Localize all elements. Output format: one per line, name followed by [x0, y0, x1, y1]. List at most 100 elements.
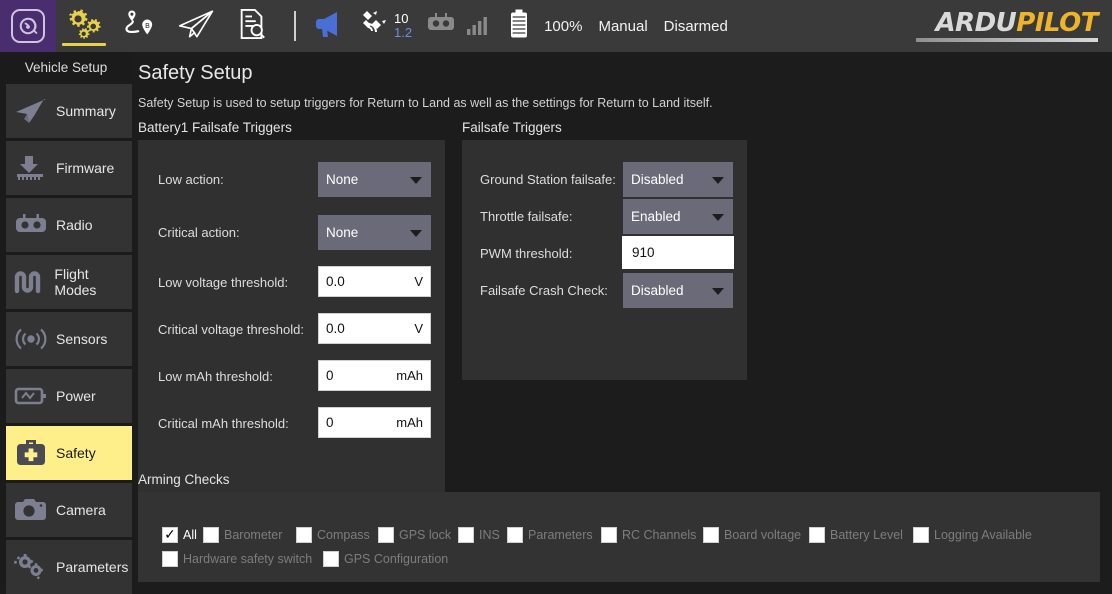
- checkbox-label: RC Channels: [622, 528, 696, 542]
- input-critical-mah-threshold[interactable]: 0 mAh: [318, 407, 431, 438]
- input-value: 0: [326, 415, 396, 430]
- toolbar-plan-button[interactable]: B: [112, 0, 168, 52]
- select-value: Enabled: [631, 209, 681, 224]
- battery-percent-label: 100%: [544, 18, 582, 35]
- chevron-down-icon: [712, 288, 724, 295]
- select-value: Disabled: [631, 172, 684, 187]
- checkbox-logging-available[interactable]: Logging Available: [913, 527, 1032, 543]
- download-chip-icon: [6, 155, 56, 181]
- checkbox-parameters[interactable]: Parameters: [507, 527, 593, 543]
- checkbox-box: [378, 527, 394, 543]
- app-logo-button[interactable]: [0, 0, 56, 52]
- toolbar-battery-button[interactable]: [502, 0, 536, 52]
- sidebar-item-flight-modes[interactable]: Flight Modes: [6, 255, 132, 309]
- satellite-gps-icon: [356, 9, 388, 44]
- checkbox-label: Hardware safety switch: [183, 552, 312, 566]
- input-value: 0.0: [326, 321, 414, 336]
- checkbox-label: INS: [479, 528, 500, 542]
- checkbox-rc-channels[interactable]: RC Channels: [601, 527, 696, 543]
- checkbox-label: Battery Level: [830, 528, 903, 542]
- megaphone-icon: [313, 10, 347, 43]
- select-value: None: [326, 225, 358, 240]
- checkbox-box: [601, 527, 617, 543]
- select-value: None: [326, 172, 358, 187]
- select-low-action[interactable]: None: [318, 162, 431, 197]
- toolbar-analyze-button[interactable]: [224, 0, 280, 52]
- input-unit: mAh: [396, 368, 423, 383]
- qgc-logo-icon: [11, 9, 45, 43]
- checkbox-ins[interactable]: INS: [458, 527, 500, 543]
- sidebar-item-camera[interactable]: Camera: [6, 483, 132, 537]
- ardupilot-brand-logo: ARDUPILOT: [916, 10, 1098, 42]
- input-unit: V: [414, 321, 423, 336]
- checkbox-label: GPS Configuration: [344, 552, 448, 566]
- toolbar-telemetry-button[interactable]: [462, 0, 496, 52]
- checkbox-label: Board voltage: [724, 528, 801, 542]
- paper-plane-icon: [6, 98, 56, 124]
- checkbox-hardware-safety-switch[interactable]: Hardware safety switch: [162, 551, 312, 567]
- field-label-critical-voltage: Critical voltage threshold:: [158, 322, 304, 337]
- select-throttle-failsafe[interactable]: Enabled: [623, 199, 733, 234]
- vehicle-setup-sidebar: Vehicle Setup Summary Firmware Radio: [0, 52, 132, 582]
- checkbox-battery-level[interactable]: Battery Level: [809, 527, 903, 543]
- waveform-icon: [6, 269, 54, 295]
- sidebar-item-label: Flight Modes: [54, 266, 132, 298]
- checkbox-all[interactable]: ✓ All: [162, 527, 197, 543]
- gears-icon: [6, 554, 56, 580]
- checkbox-barometer[interactable]: Barometer: [203, 527, 282, 543]
- toolbar-gps-button[interactable]: [352, 0, 392, 52]
- input-pwm-threshold[interactable]: 910: [623, 237, 733, 268]
- flight-mode-label[interactable]: Manual: [598, 18, 647, 35]
- sidebar-item-sensors[interactable]: Sensors: [6, 312, 132, 366]
- toolbar-rc-button[interactable]: [420, 0, 462, 52]
- checkbox-gps-configuration[interactable]: GPS Configuration: [323, 551, 448, 567]
- sensor-waves-icon: [6, 326, 56, 352]
- checkbox-box: ✓: [162, 527, 178, 543]
- sidebar-item-firmware[interactable]: Firmware: [6, 141, 132, 195]
- toolbar-vehicle-setup-button[interactable]: [56, 0, 112, 52]
- toolbar-fly-button[interactable]: [168, 0, 224, 52]
- field-label-low-action: Low action:: [158, 172, 224, 187]
- field-label-ground-station-failsafe: Ground Station failsafe:: [480, 172, 616, 187]
- battery-icon: [509, 9, 529, 44]
- sidebar-item-radio[interactable]: Radio: [6, 198, 132, 252]
- checkbox-label: Barometer: [224, 528, 282, 542]
- input-critical-voltage-threshold[interactable]: 0.0 V: [318, 313, 431, 344]
- sidebar-item-label: Firmware: [56, 160, 114, 176]
- arming-checks-panel: ✓ All Barometer Compass GPS lock INS Par…: [138, 492, 1100, 582]
- arm-state-label[interactable]: Disarmed: [664, 18, 728, 35]
- sidebar-item-parameters[interactable]: Parameters: [6, 540, 132, 594]
- rc-transmitter-icon: [6, 213, 56, 237]
- select-failsafe-crash-check[interactable]: Disabled: [623, 273, 733, 308]
- checkbox-box: [809, 527, 825, 543]
- select-value: Disabled: [631, 283, 684, 298]
- sidebar-title: Vehicle Setup: [0, 52, 132, 84]
- input-unit: mAh: [396, 415, 423, 430]
- arming-checks-heading: Arming Checks: [138, 472, 230, 487]
- chevron-down-icon: [410, 230, 422, 237]
- page-description: Safety Setup is used to setup triggers f…: [138, 96, 713, 110]
- checkbox-gps-lock[interactable]: GPS lock: [378, 527, 451, 543]
- input-low-mah-threshold[interactable]: 0 mAh: [318, 360, 431, 391]
- paper-plane-fly-icon: [176, 8, 216, 45]
- camera-icon: [6, 497, 56, 523]
- select-critical-action[interactable]: None: [318, 215, 431, 250]
- gps-readout: 10 1.2: [394, 12, 412, 39]
- select-ground-station-failsafe[interactable]: Disabled: [623, 162, 733, 197]
- field-label-pwm-threshold: PWM threshold:: [480, 246, 572, 261]
- failsafe-group-heading: Failsafe Triggers: [462, 120, 562, 135]
- field-label-failsafe-crash-check: Failsafe Crash Check:: [480, 283, 608, 298]
- checkbox-label: Compass: [317, 528, 370, 542]
- sidebar-item-power[interactable]: Power: [6, 369, 132, 423]
- input-low-voltage-threshold[interactable]: 0.0 V: [318, 266, 431, 297]
- sidebar-item-summary[interactable]: Summary: [6, 84, 132, 138]
- svg-text:B: B: [145, 21, 150, 30]
- sidebar-item-safety[interactable]: Safety: [6, 426, 132, 480]
- checkbox-box: [913, 527, 929, 543]
- checkbox-box: [162, 551, 178, 567]
- toolbar-messages-button[interactable]: [308, 0, 352, 52]
- checkbox-board-voltage[interactable]: Board voltage: [703, 527, 801, 543]
- plan-waypoints-icon: B: [122, 8, 158, 45]
- failsafe-triggers-panel: Ground Station failsafe: Disabled Thrott…: [462, 140, 747, 380]
- checkbox-compass[interactable]: Compass: [296, 527, 370, 543]
